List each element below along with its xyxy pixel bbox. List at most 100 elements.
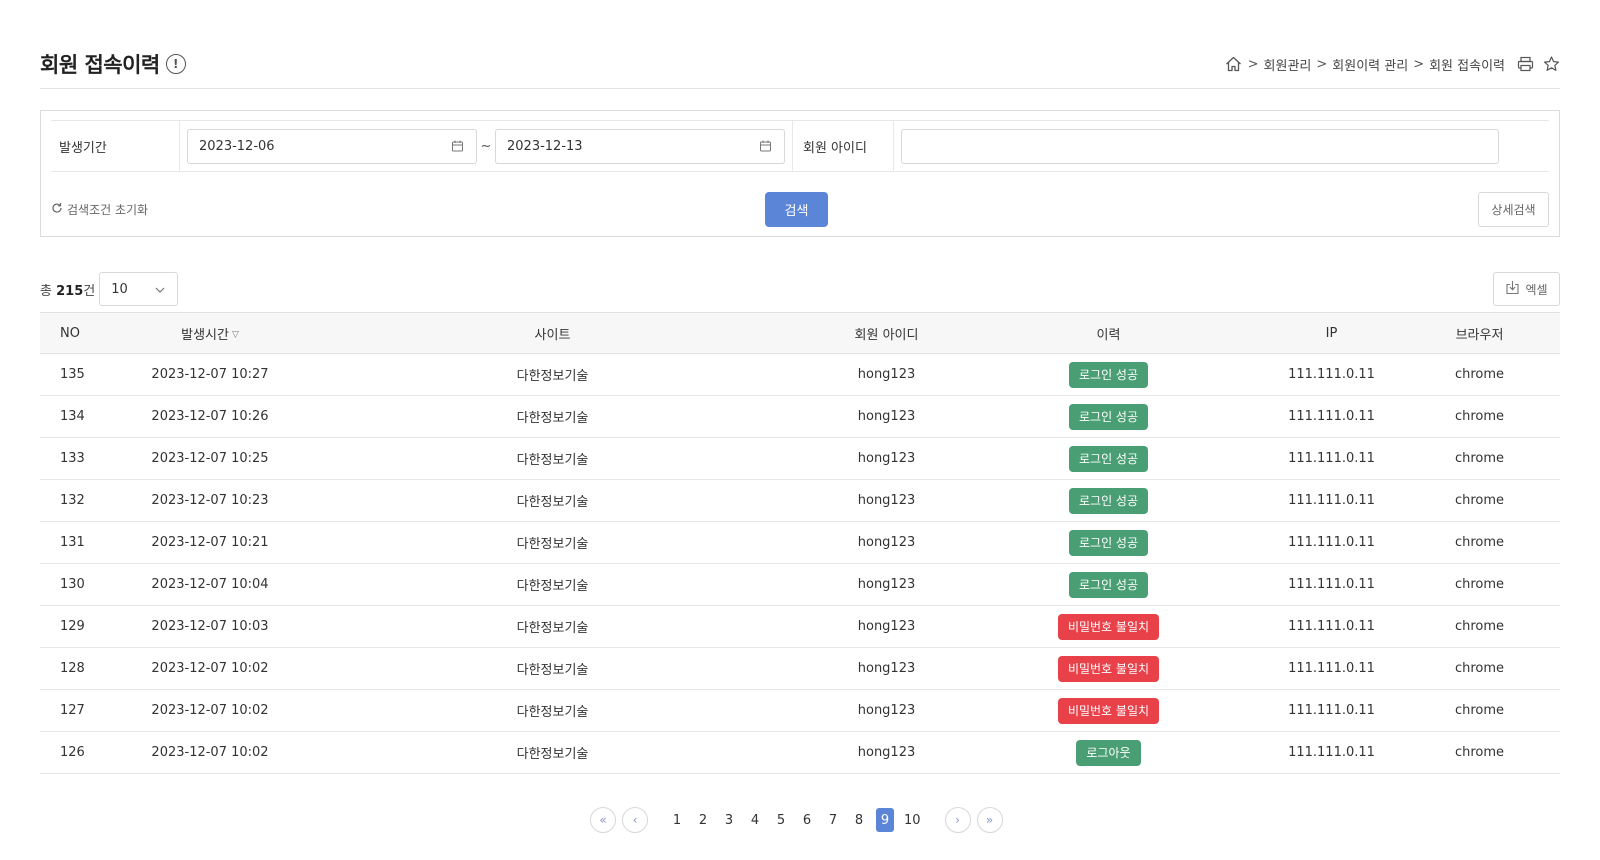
total-prefix: 총 [40,283,52,299]
cell-time: 2023-12-07 10:03 [135,605,285,648]
page-3-button[interactable]: 3 [720,808,738,832]
cell-member-id: hong123 [820,647,953,690]
cell-ip: 111.111.0.11 [1264,437,1399,480]
column-time[interactable]: 발생시간 ▽ [135,312,285,354]
first-page-button[interactable]: « [590,807,616,833]
cell-ip: 111.111.0.11 [1264,479,1399,522]
page-5-button[interactable]: 5 [772,808,790,832]
cell-no: 128 [40,647,135,690]
start-date-field[interactable]: 2023-12-06 [187,128,477,164]
table-row[interactable]: 128 2023-12-07 10:02 다한정보기술 hong123 비밀번호 불일치… [40,647,1560,690]
cell-history: 비밀번호 불일치 [953,647,1264,690]
cell-member-id: hong123 [820,395,953,438]
total-suffix: 건 [83,283,96,299]
page-7-button[interactable]: 7 [824,808,842,832]
search-footer: 검색조건 초기화 검색 상세검색 [41,182,1559,237]
table-row[interactable]: 130 2023-12-07 10:04 다한정보기술 hong123 로그인 성공 11… [40,563,1560,606]
cell-browser: chrome [1399,353,1560,396]
cell-browser: chrome [1399,395,1560,438]
cell-site: 다한정보기술 [285,353,820,396]
cell-time: 2023-12-07 10:02 [135,689,285,732]
calendar-icon[interactable] [451,140,464,152]
cell-site: 다한정보기술 [285,521,820,564]
page-4-button[interactable]: 4 [746,808,764,832]
cell-site: 다한정보기술 [285,395,820,438]
table-row[interactable]: 134 2023-12-07 10:26 다한정보기술 hong123 로그인 성공 11… [40,395,1560,438]
table-row[interactable]: 135 2023-12-07 10:27 다한정보기술 hong123 로그인 성공 11… [40,353,1560,396]
cell-browser: chrome [1399,605,1560,648]
cell-browser: chrome [1399,689,1560,732]
cell-site: 다한정보기술 [285,437,820,480]
cell-browser: chrome [1399,647,1560,690]
table-row[interactable]: 131 2023-12-07 10:21 다한정보기술 hong123 로그인 성공 11… [40,521,1560,564]
cell-member-id: hong123 [820,437,953,480]
status-badge: 로그인 성공 [1068,487,1148,514]
cell-time: 2023-12-07 10:21 [135,521,285,564]
home-icon[interactable] [1225,55,1243,73]
info-icon[interactable]: ! [165,54,186,74]
table-row[interactable]: 127 2023-12-07 10:02 다한정보기술 hong123 비밀번호 불일치… [40,689,1560,732]
next-page-button[interactable]: › [944,807,971,833]
cell-site: 다한정보기술 [285,605,820,648]
cell-browser: chrome [1399,479,1560,522]
start-date-value: 2023-12-06 [199,138,275,154]
table-row[interactable]: 126 2023-12-07 10:02 다한정보기술 hong123 로그아웃 111.… [40,731,1560,774]
member-id-input[interactable] [901,128,1499,164]
advanced-search-button[interactable]: 상세검색 [1478,192,1549,227]
header-actions [1516,55,1560,73]
page-1-button[interactable]: 1 [668,808,686,832]
excel-download-button[interactable]: 엑셀 [1493,272,1560,306]
cell-site: 다한정보기술 [285,479,820,522]
cell-history: 로그인 성공 [953,353,1264,396]
cell-no: 132 [40,479,135,522]
search-panel: 발생기간 2023-12-06 ~ 2023-12-13 회원 아이디 검색조건… [40,110,1560,237]
cell-time: 2023-12-07 10:02 [135,731,285,774]
cell-no: 135 [40,353,135,396]
star-icon[interactable] [1542,55,1560,73]
status-badge: 로그인 성공 [1068,361,1148,388]
cell-ip: 111.111.0.11 [1264,731,1399,774]
end-date-field[interactable]: 2023-12-13 [495,128,785,164]
table-row[interactable]: 133 2023-12-07 10:25 다한정보기술 hong123 로그인 성공 11… [40,437,1560,480]
sort-down-icon[interactable]: ▽ [232,330,239,340]
print-icon[interactable] [1516,55,1534,73]
prev-page-button[interactable]: ‹ [622,807,648,833]
cell-history: 비밀번호 불일치 [953,605,1264,648]
breadcrumb-separator: > [1413,56,1425,72]
breadcrumb-separator: > [1247,56,1259,72]
cell-browser: chrome [1399,521,1560,564]
cell-time: 2023-12-07 10:23 [135,479,285,522]
breadcrumb: > 회원관리 > 회원이력 관리 > 회원 접속이력 [1225,55,1560,74]
breadcrumb-item-history-management[interactable]: 회원이력 관리 [1332,55,1408,74]
cell-history: 비밀번호 불일치 [953,689,1264,732]
last-page-button[interactable]: » [976,807,1003,833]
cell-history: 로그인 성공 [953,563,1264,606]
search-button[interactable]: 검색 [765,192,828,227]
search-row: 발생기간 2023-12-06 ~ 2023-12-13 회원 아이디 [51,120,1549,172]
cell-no: 130 [40,563,135,606]
table-body: 135 2023-12-07 10:27 다한정보기술 hong123 로그인 성공 11… [40,353,1560,774]
page-10-button[interactable]: 10 [902,808,923,832]
breadcrumb-item-member-management[interactable]: 회원관리 [1264,55,1312,74]
table-row[interactable]: 129 2023-12-07 10:03 다한정보기술 hong123 비밀번호 불일치… [40,605,1560,648]
calendar-icon[interactable] [759,140,772,152]
reset-label: 검색조건 초기화 [67,203,149,217]
table-row[interactable]: 132 2023-12-07 10:23 다한정보기술 hong123 로그인 성공 11… [40,479,1560,522]
cell-browser: chrome [1399,563,1560,606]
cell-ip: 111.111.0.11 [1264,689,1399,732]
page-6-button[interactable]: 6 [798,808,816,832]
page-8-button[interactable]: 8 [850,808,868,832]
reset-search-button[interactable]: 검색조건 초기화 [51,201,148,218]
column-history: 이력 [953,312,1264,354]
page-size-select[interactable]: 10 [99,272,179,306]
cell-site: 다한정보기술 [285,689,820,732]
page-2-button[interactable]: 2 [694,808,712,832]
cell-ip: 111.111.0.11 [1264,521,1399,564]
cell-time: 2023-12-07 10:25 [135,437,285,480]
cell-browser: chrome [1399,437,1560,480]
page-9-button[interactable]: 9 [876,808,894,832]
cell-ip: 111.111.0.11 [1264,605,1399,648]
cell-no: 127 [40,689,135,732]
cell-history: 로그인 성공 [953,395,1264,438]
status-badge: 로그인 성공 [1068,571,1148,598]
